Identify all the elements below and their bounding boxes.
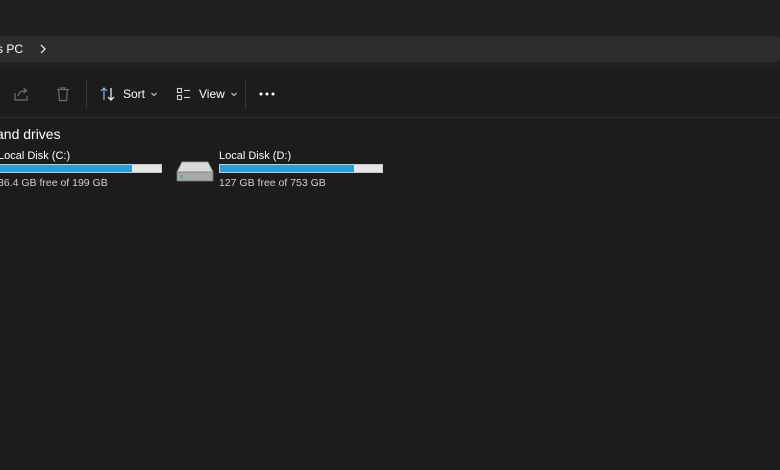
drive-usage-fill (220, 165, 355, 172)
sort-button[interactable]: Sort (99, 80, 159, 108)
more-icon (259, 92, 275, 96)
view-button[interactable]: View (175, 80, 239, 108)
drive-name: Local Disk (D:) (219, 150, 292, 162)
address-bar: s PC (0, 28, 780, 70)
drive-c[interactable]: Local Disk (C:) 36.4 GB free of 199 GB (0, 148, 168, 192)
delete-button[interactable] (54, 80, 72, 108)
sort-icon (100, 87, 115, 101)
share-button[interactable] (12, 80, 30, 108)
drive-name: Local Disk (C:) (0, 150, 71, 162)
drive-usage-bar (219, 164, 383, 173)
chevron-down-icon (230, 92, 237, 97)
title-bar (0, 0, 780, 28)
chevron-right-icon[interactable] (37, 43, 49, 55)
hard-drive-icon[interactable] (176, 160, 214, 182)
view-icon (176, 87, 190, 101)
command-bar: Sort View (0, 70, 780, 118)
sort-label: Sort (123, 87, 146, 101)
address-field[interactable]: s PC (0, 36, 780, 62)
drive-d[interactable]: Local Disk (D:) 127 GB free of 753 GB (219, 148, 389, 192)
drive-usage-fill (0, 165, 132, 172)
section-title-devices-and-drives: and drives (0, 126, 61, 142)
toolbar-separator (245, 80, 246, 108)
drive-free-space: 127 GB free of 753 GB (219, 177, 326, 189)
share-icon (14, 87, 28, 101)
chevron-down-icon (151, 92, 157, 97)
drive-free-space: 36.4 GB free of 199 GB (0, 177, 108, 189)
breadcrumb-this-pc[interactable]: s PC (0, 36, 23, 62)
toolbar-separator (86, 80, 87, 108)
view-label: View (199, 87, 225, 101)
drive-usage-bar (0, 164, 162, 173)
trash-icon (57, 87, 69, 102)
more-options-button[interactable] (257, 80, 277, 108)
